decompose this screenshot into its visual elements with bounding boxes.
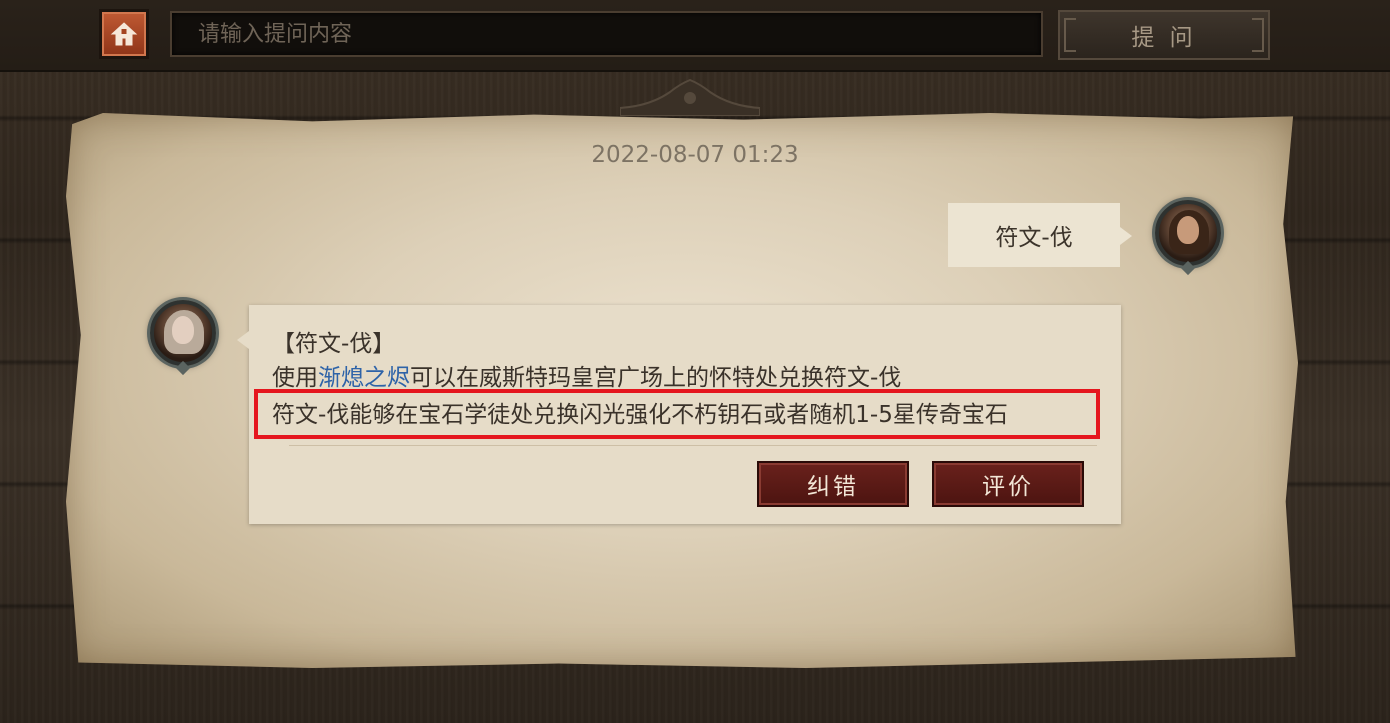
home-button[interactable] <box>99 9 149 59</box>
answer-title: 【符文-伐】 <box>272 331 396 357</box>
top-bar: 提 问 <box>0 0 1390 72</box>
rate-label: 评价 <box>982 474 1034 500</box>
user-message-bubble: 符文-伐 <box>948 203 1132 267</box>
search-box[interactable] <box>170 11 1043 57</box>
rate-button[interactable]: 评价 <box>932 461 1084 507</box>
user-message-text: 符文-伐 <box>995 225 1073 251</box>
answer-item-link[interactable]: 渐熄之烬 <box>318 365 410 391</box>
assistant-avatar <box>150 300 216 376</box>
correct-error-button[interactable]: 纠错 <box>757 461 909 507</box>
ask-button[interactable]: 提 问 <box>1058 10 1270 60</box>
answer-line-prefix: 使用 <box>272 365 318 391</box>
correct-error-label: 纠错 <box>807 474 859 500</box>
top-ornament <box>620 78 760 116</box>
answer-line-suffix: 可以在威斯特玛皇宫广场上的怀特处兑换符文-伐 <box>410 365 902 391</box>
answer-divider <box>289 445 1097 446</box>
chat-timestamp: 2022-08-07 01:23 <box>591 142 799 168</box>
user-avatar <box>1155 200 1221 276</box>
home-icon <box>110 22 138 46</box>
answer-line: 使用渐熄之烬可以在威斯特玛皇宫广场上的怀特处兑换符文-伐 <box>272 358 901 392</box>
ask-button-label: 提 问 <box>1131 25 1197 51</box>
highlight-box <box>254 389 1100 439</box>
search-input[interactable] <box>172 13 1041 55</box>
